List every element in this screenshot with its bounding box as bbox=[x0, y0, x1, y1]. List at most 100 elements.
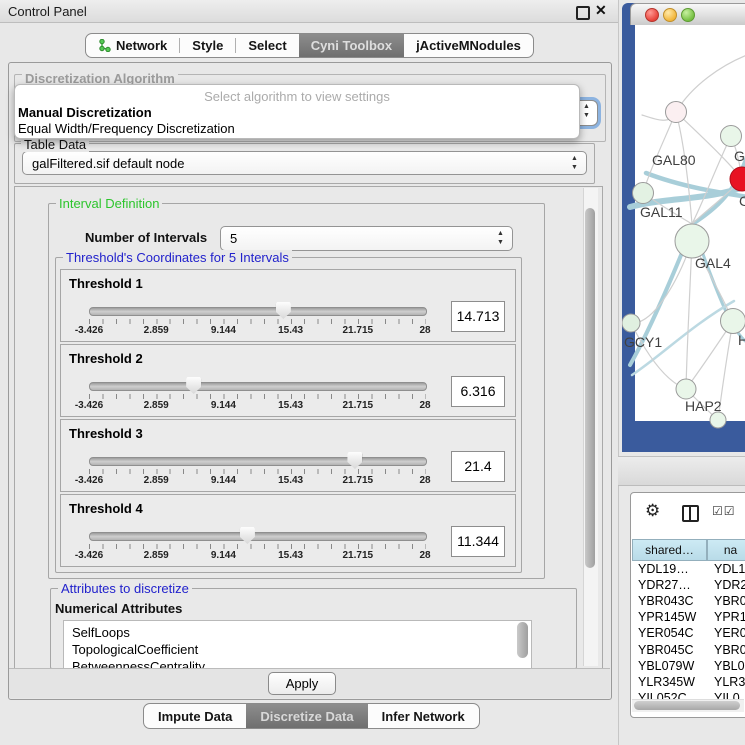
tab-impute-data[interactable]: Impute Data bbox=[144, 704, 246, 728]
columns-icon[interactable] bbox=[682, 505, 699, 522]
table-cell[interactable]: YER0 bbox=[714, 626, 745, 640]
table-cell[interactable]: YBL0 bbox=[714, 659, 745, 673]
table-cell[interactable]: YER054C bbox=[638, 626, 694, 640]
node-label: GAL80 bbox=[652, 152, 696, 168]
gear-icon[interactable]: ⚙ bbox=[645, 501, 660, 521]
table-hscrollbar-thumb[interactable] bbox=[634, 701, 740, 710]
network-icon bbox=[98, 39, 111, 52]
threshold-4-row: Threshold 4 -3.426 2.859 9.144 15.43 21.… bbox=[60, 494, 516, 567]
table-cell[interactable]: YLR3 bbox=[714, 675, 745, 689]
select-checkboxes-icon[interactable]: ☑☑ bbox=[712, 504, 736, 518]
algorithm-dropdown-popup: Select algorithm to view settings Manual… bbox=[14, 84, 580, 139]
table-cell[interactable]: YDL1 bbox=[714, 562, 745, 576]
number-of-intervals-value: 5 bbox=[230, 231, 237, 246]
control-panel-titlebar: Control Panel ✕ bbox=[0, 0, 618, 23]
node-label: C bbox=[739, 193, 745, 209]
dropdown-placeholder: Select algorithm to view settings bbox=[15, 89, 579, 104]
node-label: GCY1 bbox=[624, 334, 662, 350]
tab-jactivemnodules[interactable]: jActiveMNodules bbox=[404, 34, 533, 57]
number-of-intervals-combobox[interactable]: 5 ▲▼ bbox=[220, 226, 513, 251]
table-column-header-shared[interactable]: shared… bbox=[632, 539, 707, 561]
slider-thumb[interactable] bbox=[240, 527, 255, 544]
node-label: GAL4 bbox=[695, 255, 731, 271]
network-node bbox=[675, 224, 709, 258]
minimize-traffic-light-icon[interactable] bbox=[663, 8, 677, 22]
network-node bbox=[721, 126, 742, 147]
slider-tick-labels: -3.426 2.859 9.144 15.43 21.715 28 bbox=[89, 475, 425, 487]
apply-button[interactable]: Apply bbox=[268, 672, 336, 695]
tab-infer-network[interactable]: Infer Network bbox=[368, 704, 479, 728]
slider-thumb[interactable] bbox=[276, 302, 291, 319]
threshold-2-value-field[interactable]: 6.316 bbox=[451, 376, 505, 407]
network-node bbox=[633, 183, 654, 204]
tab-discretize-data[interactable]: Discretize Data bbox=[246, 704, 367, 728]
list-item[interactable]: SelfLoops bbox=[72, 625, 130, 640]
stepper-icon: ▲▼ bbox=[496, 229, 505, 247]
table-data-label: Table Data bbox=[21, 137, 89, 152]
slider-ticks bbox=[89, 394, 426, 399]
network-node bbox=[710, 412, 726, 428]
slider-tick-labels: -3.426 2.859 9.144 15.43 21.715 28 bbox=[89, 550, 425, 562]
tab-select[interactable]: Select bbox=[236, 34, 298, 57]
table-cell[interactable]: YBR045C bbox=[638, 643, 694, 657]
network-node bbox=[676, 379, 696, 399]
table-cell[interactable]: YBL079W bbox=[638, 659, 694, 673]
threshold-2-slider[interactable] bbox=[89, 382, 427, 391]
close-traffic-light-icon[interactable] bbox=[645, 8, 659, 22]
vertical-scrollbar-thumb[interactable] bbox=[585, 208, 595, 568]
list-scrollbar-thumb[interactable] bbox=[517, 622, 528, 658]
table-cell[interactable]: YBR043C bbox=[638, 594, 694, 608]
control-panel-title: Control Panel bbox=[8, 4, 87, 19]
threshold-3-value-field[interactable]: 21.4 bbox=[451, 451, 505, 482]
tab-cyni-toolbox[interactable]: Cyni Toolbox bbox=[299, 34, 404, 57]
threshold-1-slider[interactable] bbox=[89, 307, 427, 316]
table-cell[interactable]: YDL19… bbox=[638, 562, 689, 576]
slider-tick-labels: -3.426 2.859 9.144 15.43 21.715 28 bbox=[89, 400, 425, 412]
interval-definition-label: Interval Definition bbox=[56, 196, 162, 211]
number-of-intervals-label: Number of Intervals bbox=[85, 230, 207, 245]
node-label: G bbox=[734, 148, 745, 164]
table-cell[interactable]: YDR2 bbox=[714, 578, 745, 592]
list-item[interactable]: TopologicalCoefficient bbox=[72, 642, 198, 657]
float-window-icon[interactable] bbox=[576, 6, 590, 20]
slider-ticks bbox=[89, 319, 426, 324]
table-cell[interactable]: YPR145W bbox=[638, 610, 696, 624]
table-column-header-name[interactable]: na bbox=[707, 539, 745, 561]
threshold-4-slider[interactable] bbox=[89, 532, 427, 541]
thresholds-group-label: Threshold's Coordinates for 5 Intervals bbox=[63, 250, 292, 265]
node-label: H bbox=[738, 332, 745, 348]
table-data-combobox[interactable]: galFiltered.sif default node ▲▼ bbox=[22, 151, 587, 175]
slider-ticks bbox=[89, 544, 426, 549]
table-cell[interactable]: YBR0 bbox=[714, 643, 745, 657]
slider-ticks bbox=[89, 469, 426, 474]
threshold-4-value-field[interactable]: 11.344 bbox=[451, 526, 505, 557]
table-cell[interactable]: YBR0 bbox=[714, 594, 745, 608]
threshold-1-row: Threshold 1 -3.426 2.859 9.144 15.43 21.… bbox=[60, 269, 516, 342]
slider-thumb[interactable] bbox=[186, 377, 201, 394]
tab-style[interactable]: Style bbox=[180, 34, 235, 57]
threshold-1-label: Threshold 1 bbox=[69, 276, 143, 291]
table-data-value: galFiltered.sif default node bbox=[32, 156, 184, 171]
dropdown-option-equal-width[interactable]: Equal Width/Frequency Discretization bbox=[18, 121, 235, 136]
zoom-traffic-light-icon[interactable] bbox=[681, 8, 695, 22]
table-cell[interactable]: YPR1 bbox=[714, 610, 745, 624]
top-tab-bar: Network Style Select Cyni Toolbox jActiv… bbox=[85, 33, 534, 58]
network-canvas[interactable]: GAL80 G C GAL11 GAL4 GCY1 H HAP2 bbox=[622, 25, 745, 452]
numerical-attributes-list[interactable]: SelfLoops TopologicalCoefficient Between… bbox=[63, 620, 532, 669]
attributes-group-label: Attributes to discretize bbox=[58, 581, 192, 596]
slider-thumb[interactable] bbox=[347, 452, 362, 469]
table-cell[interactable]: YLR345W bbox=[638, 675, 695, 689]
threshold-2-label: Threshold 2 bbox=[69, 351, 143, 366]
tab-network[interactable]: Network bbox=[86, 34, 179, 57]
stepper-icon: ▲▼ bbox=[582, 102, 591, 120]
network-node bbox=[721, 309, 745, 334]
threshold-3-label: Threshold 3 bbox=[69, 426, 143, 441]
table-cell[interactable]: YDR27… bbox=[638, 578, 691, 592]
threshold-3-slider[interactable] bbox=[89, 457, 427, 466]
close-icon[interactable]: ✕ bbox=[595, 2, 607, 19]
threshold-1-value-field[interactable]: 14.713 bbox=[451, 301, 505, 332]
table-panel-header: Table Panel bbox=[618, 456, 745, 486]
stepper-icon: ▲▼ bbox=[570, 154, 579, 172]
dropdown-option-manual[interactable]: Manual Discretization bbox=[18, 105, 152, 120]
threshold-3-row: Threshold 3 -3.426 2.859 9.144 15.43 21.… bbox=[60, 419, 516, 492]
